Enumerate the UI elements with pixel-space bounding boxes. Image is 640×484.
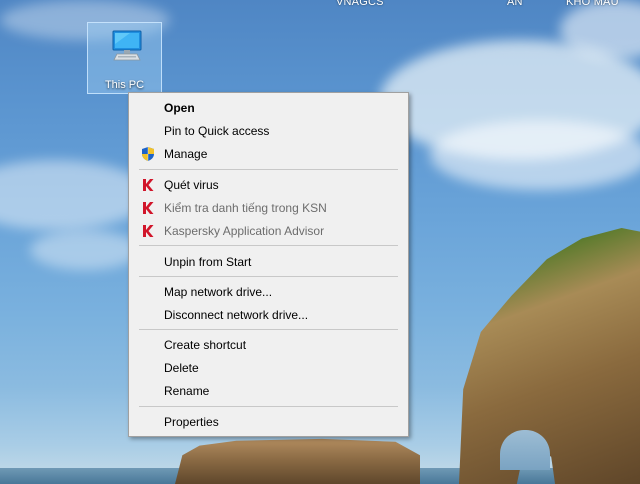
menu-item-label: Delete [164,361,199,375]
menu-item-check-ksn-reputation: Kiểm tra danh tiếng trong KSN [131,197,406,219]
this-pc-label: This PC [104,79,145,91]
uac-shield-icon [142,147,154,161]
menu-item-map-network-drive[interactable]: Map network drive... [131,281,406,303]
menu-item-label: Pin to Quick access [164,124,270,138]
menu-separator [139,406,398,407]
menu-item-label: Disconnect network drive... [164,308,309,322]
wallpaper-rock-left [175,438,420,484]
menu-item-create-shortcut[interactable]: Create shortcut [131,334,406,356]
menu-item-label: Open [164,101,195,115]
desktop[interactable]: VNAGCS AN KHO MAU This PC Open Pin to Qu… [0,0,640,484]
sky-cloud [430,120,640,190]
menu-item-scan-virus[interactable]: Quét virus [131,174,406,196]
menu-item-label: Quét virus [164,178,219,192]
menu-item-manage[interactable]: Manage [131,143,406,165]
menu-item-kaspersky-application-advisor: Kaspersky Application Advisor [131,220,406,242]
menu-item-disconnect-network-drive[interactable]: Disconnect network drive... [131,304,406,326]
menu-item-label: Map network drive... [164,285,273,299]
context-menu: Open Pin to Quick access Manage Quét vir… [128,92,409,437]
menu-item-label: Kaspersky Application Advisor [164,224,325,238]
desktop-icon-label[interactable]: AN [507,0,523,8]
menu-item-label: Unpin from Start [164,255,252,269]
sky-cloud [30,230,140,270]
menu-item-properties[interactable]: Properties [131,411,406,433]
desktop-icon-label[interactable]: VNAGCS [336,0,384,8]
menu-item-label: Properties [164,415,219,429]
menu-item-label: Rename [164,384,210,398]
menu-separator [139,245,398,246]
menu-item-pin-to-quick-access[interactable]: Pin to Quick access [131,120,406,142]
menu-item-label: Kiểm tra danh tiếng trong KSN [164,201,327,215]
desktop-icon-label[interactable]: KHO MAU [566,0,619,8]
computer-monitor-icon [112,30,142,61]
menu-item-label: Create shortcut [164,338,247,352]
kaspersky-icon [143,179,154,191]
menu-item-label: Manage [164,147,208,161]
wallpaper-arch-opening [500,430,550,470]
kaspersky-icon [143,202,154,214]
kaspersky-icon [143,225,154,237]
menu-separator [139,169,398,170]
menu-item-rename[interactable]: Rename [131,380,406,402]
menu-separator [139,276,398,277]
this-pc-desktop-icon[interactable]: This PC [87,22,162,94]
menu-item-delete[interactable]: Delete [131,357,406,379]
menu-item-open[interactable]: Open [131,97,406,119]
menu-item-unpin-from-start[interactable]: Unpin from Start [131,251,406,273]
menu-separator [139,329,398,330]
